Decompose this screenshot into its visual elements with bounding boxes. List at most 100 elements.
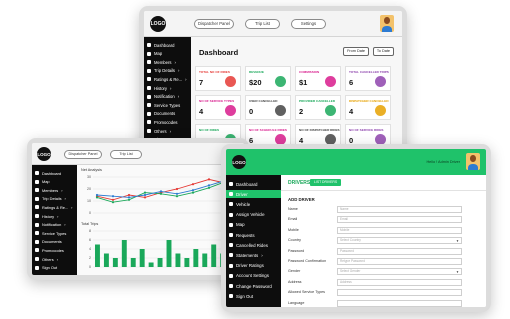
- stat-card[interactable]: TOTAL CANCELLED TRIPS 6: [345, 66, 391, 91]
- data-point[interactable]: [159, 190, 163, 193]
- stat-card[interactable]: COMMISSION $1: [295, 66, 341, 91]
- bar[interactable]: [202, 253, 208, 268]
- bar[interactable]: [211, 244, 217, 268]
- input-password[interactable]: Password: [337, 247, 462, 255]
- data-point[interactable]: [175, 187, 179, 191]
- data-point[interactable]: [191, 183, 195, 186]
- from-date-button[interactable]: From Date: [343, 47, 369, 56]
- sidebar-item-map[interactable]: Map: [35, 178, 50, 186]
- settings-button[interactable]: Settings: [291, 19, 326, 29]
- stat-card[interactable]: PROVIDER CANCELLED 2: [295, 95, 341, 120]
- data-point[interactable]: [111, 201, 115, 204]
- input-name[interactable]: Name: [337, 206, 462, 213]
- sidebar-item-notification[interactable]: Notification ›: [35, 221, 66, 229]
- data-point[interactable]: [95, 196, 99, 199]
- stat-card[interactable]: USER CANCELLED 0: [245, 95, 291, 120]
- data-point[interactable]: [175, 195, 179, 198]
- sidebar-item-sign-out[interactable]: Sign Out: [35, 264, 57, 272]
- sidebar-item-members[interactable]: Members ›: [35, 186, 63, 194]
- sidebar-item-documents[interactable]: Documents: [147, 110, 175, 118]
- sidebar-item-others[interactable]: Others ›: [35, 255, 58, 263]
- input-allowed-service-types[interactable]: [337, 289, 462, 297]
- sidebar-item-trip-details[interactable]: Trip Details ›: [147, 67, 179, 75]
- list-drivers-button[interactable]: LIST DRIVERS: [310, 179, 342, 186]
- sidebar-item-history[interactable]: History ›: [35, 212, 58, 220]
- trip-list-button[interactable]: Trip List: [110, 150, 142, 159]
- stat-card[interactable]: NO OF SERVICE TYPES 4: [195, 95, 241, 120]
- sidebar-item-trip-details[interactable]: Trip Details ›: [35, 195, 66, 203]
- bar[interactable]: [193, 249, 199, 267]
- sidebar-item-map[interactable]: Map: [147, 50, 162, 58]
- sidebar-item-statements[interactable]: Statements ›: [229, 251, 263, 259]
- avatar[interactable]: [466, 153, 480, 170]
- select-country[interactable]: Select Country ▼: [337, 237, 462, 245]
- sidebar-item-vehicle[interactable]: Vehicle: [229, 200, 250, 208]
- input-password-confirmation[interactable]: Retype Password: [337, 258, 462, 265]
- bar[interactable]: [175, 253, 181, 268]
- sidebar-item-service-types[interactable]: Service Types: [147, 101, 180, 109]
- input-address[interactable]: Address: [337, 278, 462, 286]
- bar[interactable]: [184, 258, 190, 267]
- avatar[interactable]: [380, 15, 394, 32]
- data-point[interactable]: [159, 192, 163, 195]
- sidebar-item-dashboard[interactable]: Dashboard: [147, 41, 175, 49]
- data-point[interactable]: [143, 193, 147, 197]
- data-point[interactable]: [175, 192, 179, 195]
- analytics-logo[interactable]: LOGO: [37, 147, 51, 161]
- data-point[interactable]: [127, 196, 131, 199]
- bar[interactable]: [103, 253, 109, 268]
- sidebar-item-driver[interactable]: Driver: [226, 190, 281, 199]
- sidebar-item-service-types[interactable]: Service Types: [35, 229, 66, 237]
- sidebar-item-documents[interactable]: Documents: [35, 238, 62, 246]
- select-gender[interactable]: Select Gender ▼: [337, 268, 462, 276]
- sidebar-item-sign-out[interactable]: Sign Out: [229, 292, 253, 300]
- form-logo[interactable]: LOGO: [232, 155, 246, 169]
- sidebar-item-ratings-re[interactable]: Ratings & Re... ›: [147, 75, 187, 83]
- sidebar-item-change-password[interactable]: Change Password: [229, 282, 272, 290]
- dispatcher-panel-button[interactable]: Dispatcher Panel: [194, 19, 234, 29]
- bar[interactable]: [95, 244, 100, 268]
- input-mobile[interactable]: Mobile: [337, 226, 462, 234]
- sidebar-item-members[interactable]: Members ›: [147, 58, 176, 66]
- sidebar-item-promocodes[interactable]: Promocodes: [35, 246, 64, 254]
- trip-list-button[interactable]: Trip List: [245, 19, 280, 29]
- data-point[interactable]: [95, 193, 99, 197]
- data-point[interactable]: [191, 189, 195, 192]
- sidebar-item-history[interactable]: History ›: [147, 84, 171, 92]
- sidebar-item-others[interactable]: Others ›: [147, 127, 171, 135]
- sidebar-item-account-settings[interactable]: Account Settings: [229, 272, 269, 280]
- data-point[interactable]: [207, 186, 211, 189]
- data-point[interactable]: [111, 195, 115, 198]
- tab-drivers[interactable]: DRIVERS: [288, 180, 310, 186]
- sidebar-item-map[interactable]: Map: [229, 221, 245, 229]
- data-point[interactable]: [127, 193, 131, 197]
- bar[interactable]: [139, 249, 145, 267]
- data-point[interactable]: [207, 184, 211, 187]
- sidebar-item-cancelled-rides[interactable]: Cancelled Rides: [229, 241, 268, 249]
- data-point[interactable]: [191, 191, 195, 194]
- data-point[interactable]: [127, 198, 131, 201]
- data-point[interactable]: [143, 191, 147, 194]
- sidebar-item-dashboard[interactable]: Dashboard: [229, 180, 257, 188]
- bar[interactable]: [166, 240, 172, 267]
- input-email[interactable]: Email: [337, 216, 462, 224]
- stat-card[interactable]: TOTAL NO OF RIDES 7: [195, 66, 241, 91]
- bar[interactable]: [121, 240, 127, 267]
- dispatcher-panel-button[interactable]: Dispatcher Panel: [64, 150, 102, 159]
- sidebar-item-requests[interactable]: Requests: [229, 231, 255, 239]
- bar[interactable]: [157, 258, 163, 267]
- sidebar-item-driver-ratings[interactable]: Driver Ratings: [229, 262, 264, 270]
- data-point[interactable]: [111, 198, 115, 201]
- sidebar-item-promocodes[interactable]: Promocodes: [147, 118, 178, 126]
- input-language[interactable]: [337, 299, 462, 307]
- sidebar-item-ratings-re[interactable]: Ratings & Re... ›: [35, 203, 72, 211]
- stat-card[interactable]: REVENUE $20: [245, 66, 291, 91]
- sidebar-item-notification[interactable]: Notification ›: [147, 93, 179, 101]
- sidebar-item-dashboard[interactable]: Dashboard: [35, 169, 61, 177]
- data-point[interactable]: [143, 196, 147, 199]
- bar[interactable]: [148, 262, 154, 268]
- bar[interactable]: [112, 258, 118, 267]
- data-point[interactable]: [207, 178, 211, 181]
- bar[interactable]: [130, 258, 136, 267]
- to-date-button[interactable]: To Date: [372, 47, 394, 56]
